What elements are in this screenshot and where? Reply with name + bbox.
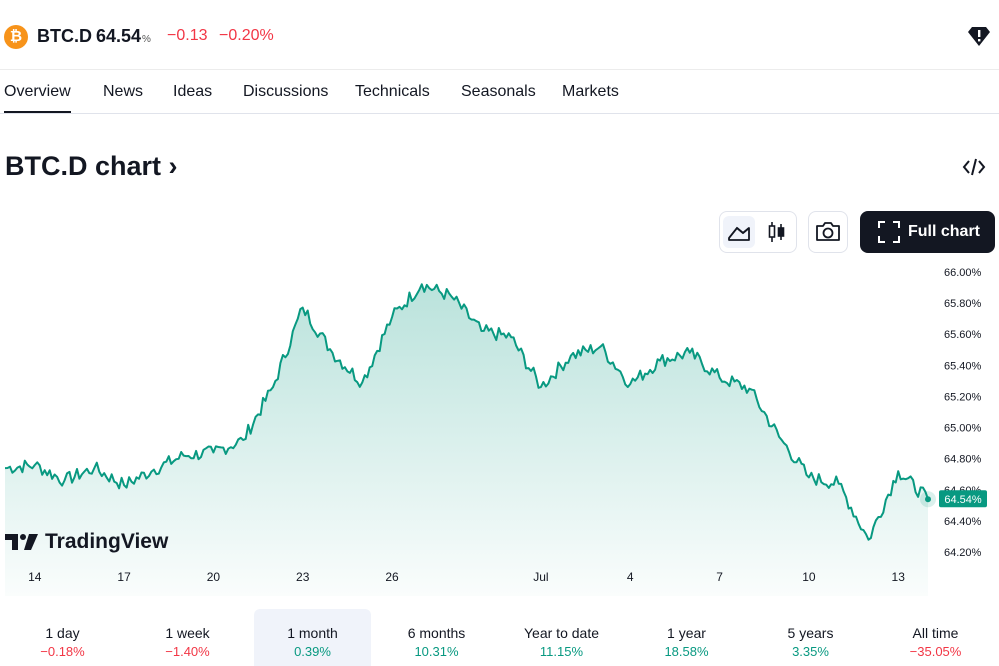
x-tick-label: 10 [802,570,816,584]
period-label: Year to date [524,625,599,641]
y-tick-label: 64.80% [944,454,982,466]
tab-news[interactable]: News [103,83,143,101]
period-all-time[interactable]: All time −35.05% [877,609,994,666]
period-1-month[interactable]: 1 month 0.39% [254,609,371,666]
period-label: 1 year [667,625,706,641]
period-label: All time [912,625,959,641]
period-label: 1 week [165,625,210,641]
shield-alert-icon[interactable] [966,24,992,48]
area-style-button[interactable] [723,216,755,248]
price-value: 64.54 [96,26,142,46]
bitcoin-icon: ₿ [4,25,28,49]
symbol-name[interactable]: BTC.D [37,26,92,47]
period-label: 6 months [407,625,466,641]
period-1-day[interactable]: 1 day −0.18% [4,609,121,666]
y-tick-label: 65.20% [944,391,982,403]
x-tick-label: Jul [533,570,548,584]
x-tick-label: 20 [207,570,221,584]
x-tick-label: 7 [716,570,723,584]
price-change: −0.13 [167,27,208,44]
period-5-years[interactable]: 5 years 3.35% [752,609,869,666]
full-chart-label: Full chart [908,223,981,240]
tab-ideas[interactable]: Ideas [173,83,212,101]
symbol-tabs: Overview News Ideas Discussions Technica… [0,70,999,114]
y-tick-label: 64.20% [944,547,982,559]
x-tick-label: 13 [892,570,906,584]
period-value: −0.18% [40,644,85,659]
candles-icon [768,222,785,242]
period-1-week[interactable]: 1 week −1.40% [129,609,246,666]
period-value: −1.40% [165,644,210,659]
y-tick-label: 65.80% [944,298,982,310]
tab-markets[interactable]: Markets [562,83,619,101]
snapshot-button[interactable] [808,211,848,253]
tradingview-logo-icon [5,534,38,550]
tab-seasonals[interactable]: Seasonals [461,83,536,101]
tab-overview[interactable]: Overview [4,83,71,113]
period-value: 0.39% [294,644,331,659]
y-tick-label: 65.60% [944,329,982,341]
chart-title-link[interactable]: BTC.D chart › [5,151,178,182]
last-value-label: 64.54% [944,494,982,506]
price-change-percent: −0.20% [219,27,274,44]
chart-style-switcher [719,211,797,253]
period-value: 18.58% [664,644,709,659]
tab-discussions[interactable]: Discussions [243,83,328,101]
y-tick-label: 65.00% [944,423,982,435]
period-label: 1 day [45,625,80,641]
period-label: 1 month [287,625,338,641]
period-value: 11.15% [539,644,584,659]
camera-icon [816,222,840,241]
x-tick-label: 14 [28,570,42,584]
embed-code-icon[interactable] [962,156,986,178]
y-tick-label: 65.40% [944,360,982,372]
tradingview-logo-text: TradingView [45,530,169,553]
period-value: 3.35% [792,644,829,659]
period-value: −35.05% [909,644,962,659]
y-tick-label: 66.00% [944,267,982,279]
x-tick-label: 23 [296,570,310,584]
x-tick-label: 26 [385,570,399,584]
x-tick-label: 4 [627,570,634,584]
period-1-year[interactable]: 1 year 18.58% [628,609,745,666]
period-year-to-date[interactable]: Year to date 11.15% [503,609,620,666]
period-value: 10.31% [414,644,459,659]
last-price: 64.54% [96,26,151,47]
period-label: 5 years [787,625,834,641]
last-point-dot [925,496,931,503]
tab-technicals[interactable]: Technicals [355,83,430,101]
fullscreen-icon [878,221,900,243]
y-tick-label: 64.40% [944,516,982,528]
area-chart-icon [728,226,750,241]
performance-periods: 1 day −0.18% 1 week −1.40% 1 month 0.39%… [0,609,999,666]
symbol-header: ₿ BTC.D 64.54% −0.13 −0.20% [0,0,999,70]
candles-style-button[interactable] [760,216,792,248]
price-unit: % [142,34,151,45]
period-6-months[interactable]: 6 months 10.31% [378,609,495,666]
full-chart-button[interactable]: Full chart [860,211,995,253]
x-tick-label: 17 [117,570,131,584]
